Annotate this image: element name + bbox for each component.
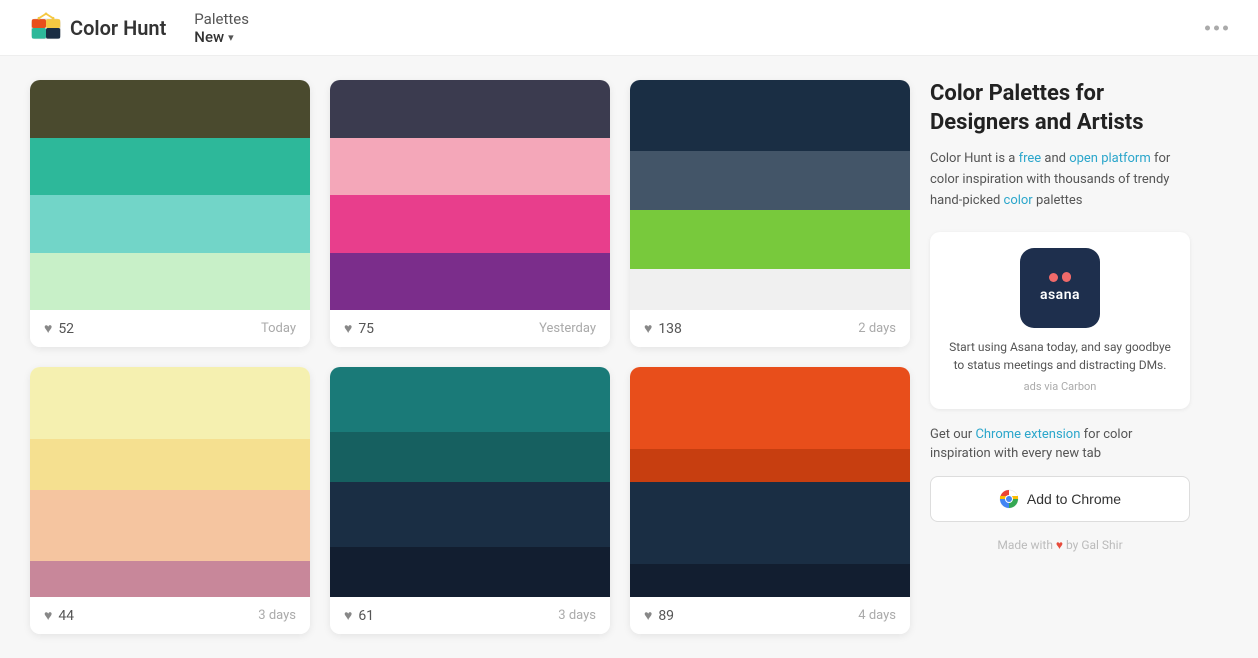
swatch-4-1 (30, 367, 310, 439)
palette-swatches-4 (30, 367, 310, 597)
palette-footer-4: ♥ 44 3 days (30, 597, 310, 634)
swatch-6-4 (630, 564, 910, 597)
like-count-1: 52 (58, 321, 74, 337)
palette-swatches-6 (630, 367, 910, 597)
swatch-3-1 (630, 80, 910, 151)
swatch-5-3 (330, 482, 610, 547)
swatch-5-2 (330, 432, 610, 482)
palette-card-1[interactable]: ♥ 52 Today (30, 80, 310, 347)
sidebar-description: Color Hunt is a free and open platform f… (930, 149, 1190, 211)
swatch-2-1 (330, 80, 610, 138)
open-highlight: open platform (1069, 151, 1151, 166)
like-count-4: 44 (58, 608, 74, 624)
swatch-1-3 (30, 195, 310, 253)
like-count-5: 61 (358, 608, 374, 624)
chevron-down-icon: ▾ (228, 31, 234, 44)
chrome-section: Get our Chrome extension for color inspi… (930, 425, 1190, 522)
sidebar: Color Palettes for Designers and Artists… (930, 80, 1190, 634)
swatch-2-3 (330, 195, 610, 253)
chrome-description: Get our Chrome extension for color inspi… (930, 425, 1190, 464)
palette-footer-3: ♥ 138 2 days (630, 310, 910, 347)
swatch-2-2 (330, 138, 610, 196)
heart-icon-2: ♥ (344, 320, 352, 337)
swatch-2-4 (330, 253, 610, 311)
header: Color Hunt Palettes New ▾ (0, 0, 1258, 56)
swatch-4-3 (30, 490, 310, 562)
swatch-3-2 (630, 151, 910, 210)
more-options-button[interactable] (1205, 25, 1228, 30)
palette-card-5[interactable]: ♥ 61 3 days (330, 367, 610, 634)
date-label-2: Yesterday (539, 321, 596, 336)
palette-card-2[interactable]: ♥ 75 Yesterday (330, 80, 610, 347)
swatch-1-2 (30, 138, 310, 196)
swatch-5-1 (330, 367, 610, 432)
date-label-1: Today (261, 321, 296, 336)
swatch-6-1 (630, 367, 910, 449)
like-count-6: 89 (658, 608, 674, 624)
logo-area[interactable]: Color Hunt (30, 12, 166, 44)
dot-1 (1205, 25, 1210, 30)
palette-card-3[interactable]: ♥ 138 2 days (630, 80, 910, 347)
swatch-1-1 (30, 80, 310, 138)
like-section-6[interactable]: ♥ 89 (644, 607, 674, 624)
heart-icon-3: ♥ (644, 320, 652, 337)
free-highlight: free (1019, 151, 1042, 166)
add-to-chrome-button[interactable]: Add to Chrome (930, 476, 1190, 522)
palette-footer-6: ♥ 89 4 days (630, 597, 910, 634)
heart-icon-6: ♥ (644, 607, 652, 624)
heart-icon-1: ♥ (44, 320, 52, 337)
dot-2 (1214, 25, 1219, 30)
ad-via: ads via Carbon (946, 380, 1174, 393)
main-nav: Palettes New ▾ (194, 9, 269, 46)
sidebar-title: Color Palettes for Designers and Artists (930, 80, 1190, 137)
nav-new[interactable]: New ▾ (194, 28, 269, 46)
palette-swatches-2 (330, 80, 610, 310)
nav-palettes[interactable]: Palettes (194, 10, 249, 28)
swatch-3-4 (630, 269, 910, 310)
date-label-5: 3 days (558, 608, 596, 623)
palette-swatches-3 (630, 80, 910, 310)
swatch-6-2 (630, 449, 910, 482)
swatch-1-4 (30, 253, 310, 311)
like-count-2: 75 (358, 321, 374, 337)
heart-icon-4: ♥ (44, 607, 52, 624)
footer: Made with ♥ by Gal Shir (930, 538, 1190, 552)
palette-swatches-5 (330, 367, 610, 597)
swatch-4-4 (30, 561, 310, 597)
chrome-link[interactable]: Chrome extension (975, 427, 1080, 442)
palette-footer-1: ♥ 52 Today (30, 310, 310, 347)
heart-icon-footer: ♥ (1056, 538, 1063, 552)
chrome-icon (999, 489, 1019, 509)
swatch-3-3 (630, 210, 910, 269)
palette-card-4[interactable]: ♥ 44 3 days (30, 367, 310, 634)
palette-footer-5: ♥ 61 3 days (330, 597, 610, 634)
main-container: ♥ 52 Today ♥ 75 Yesterday (0, 56, 1258, 658)
logo-text: Color Hunt (70, 16, 166, 40)
palette-card-6[interactable]: ♥ 89 4 days (630, 367, 910, 634)
swatch-5-4 (330, 547, 610, 597)
like-count-3: 138 (658, 321, 682, 337)
heart-icon-5: ♥ (344, 607, 352, 624)
ad-block[interactable]: asana Start using Asana today, and say g… (930, 232, 1190, 409)
swatch-6-3 (630, 482, 910, 564)
like-section-1[interactable]: ♥ 52 (44, 320, 74, 337)
logo-icon (30, 12, 62, 44)
palettes-grid: ♥ 52 Today ♥ 75 Yesterday (30, 80, 910, 634)
dot-3 (1223, 25, 1228, 30)
asana-logo: asana (1020, 248, 1100, 328)
like-section-2[interactable]: ♥ 75 (344, 320, 374, 337)
add-to-chrome-label: Add to Chrome (1027, 491, 1121, 507)
swatch-4-2 (30, 439, 310, 490)
like-section-5[interactable]: ♥ 61 (344, 607, 374, 624)
palette-footer-2: ♥ 75 Yesterday (330, 310, 610, 347)
ad-description: Start using Asana today, and say goodbye… (946, 338, 1174, 374)
date-label-3: 2 days (858, 321, 896, 336)
like-section-3[interactable]: ♥ 138 (644, 320, 682, 337)
color-highlight: color (1004, 193, 1033, 208)
date-label-4: 3 days (258, 608, 296, 623)
like-section-4[interactable]: ♥ 44 (44, 607, 74, 624)
date-label-6: 4 days (858, 608, 896, 623)
palette-swatches-1 (30, 80, 310, 310)
